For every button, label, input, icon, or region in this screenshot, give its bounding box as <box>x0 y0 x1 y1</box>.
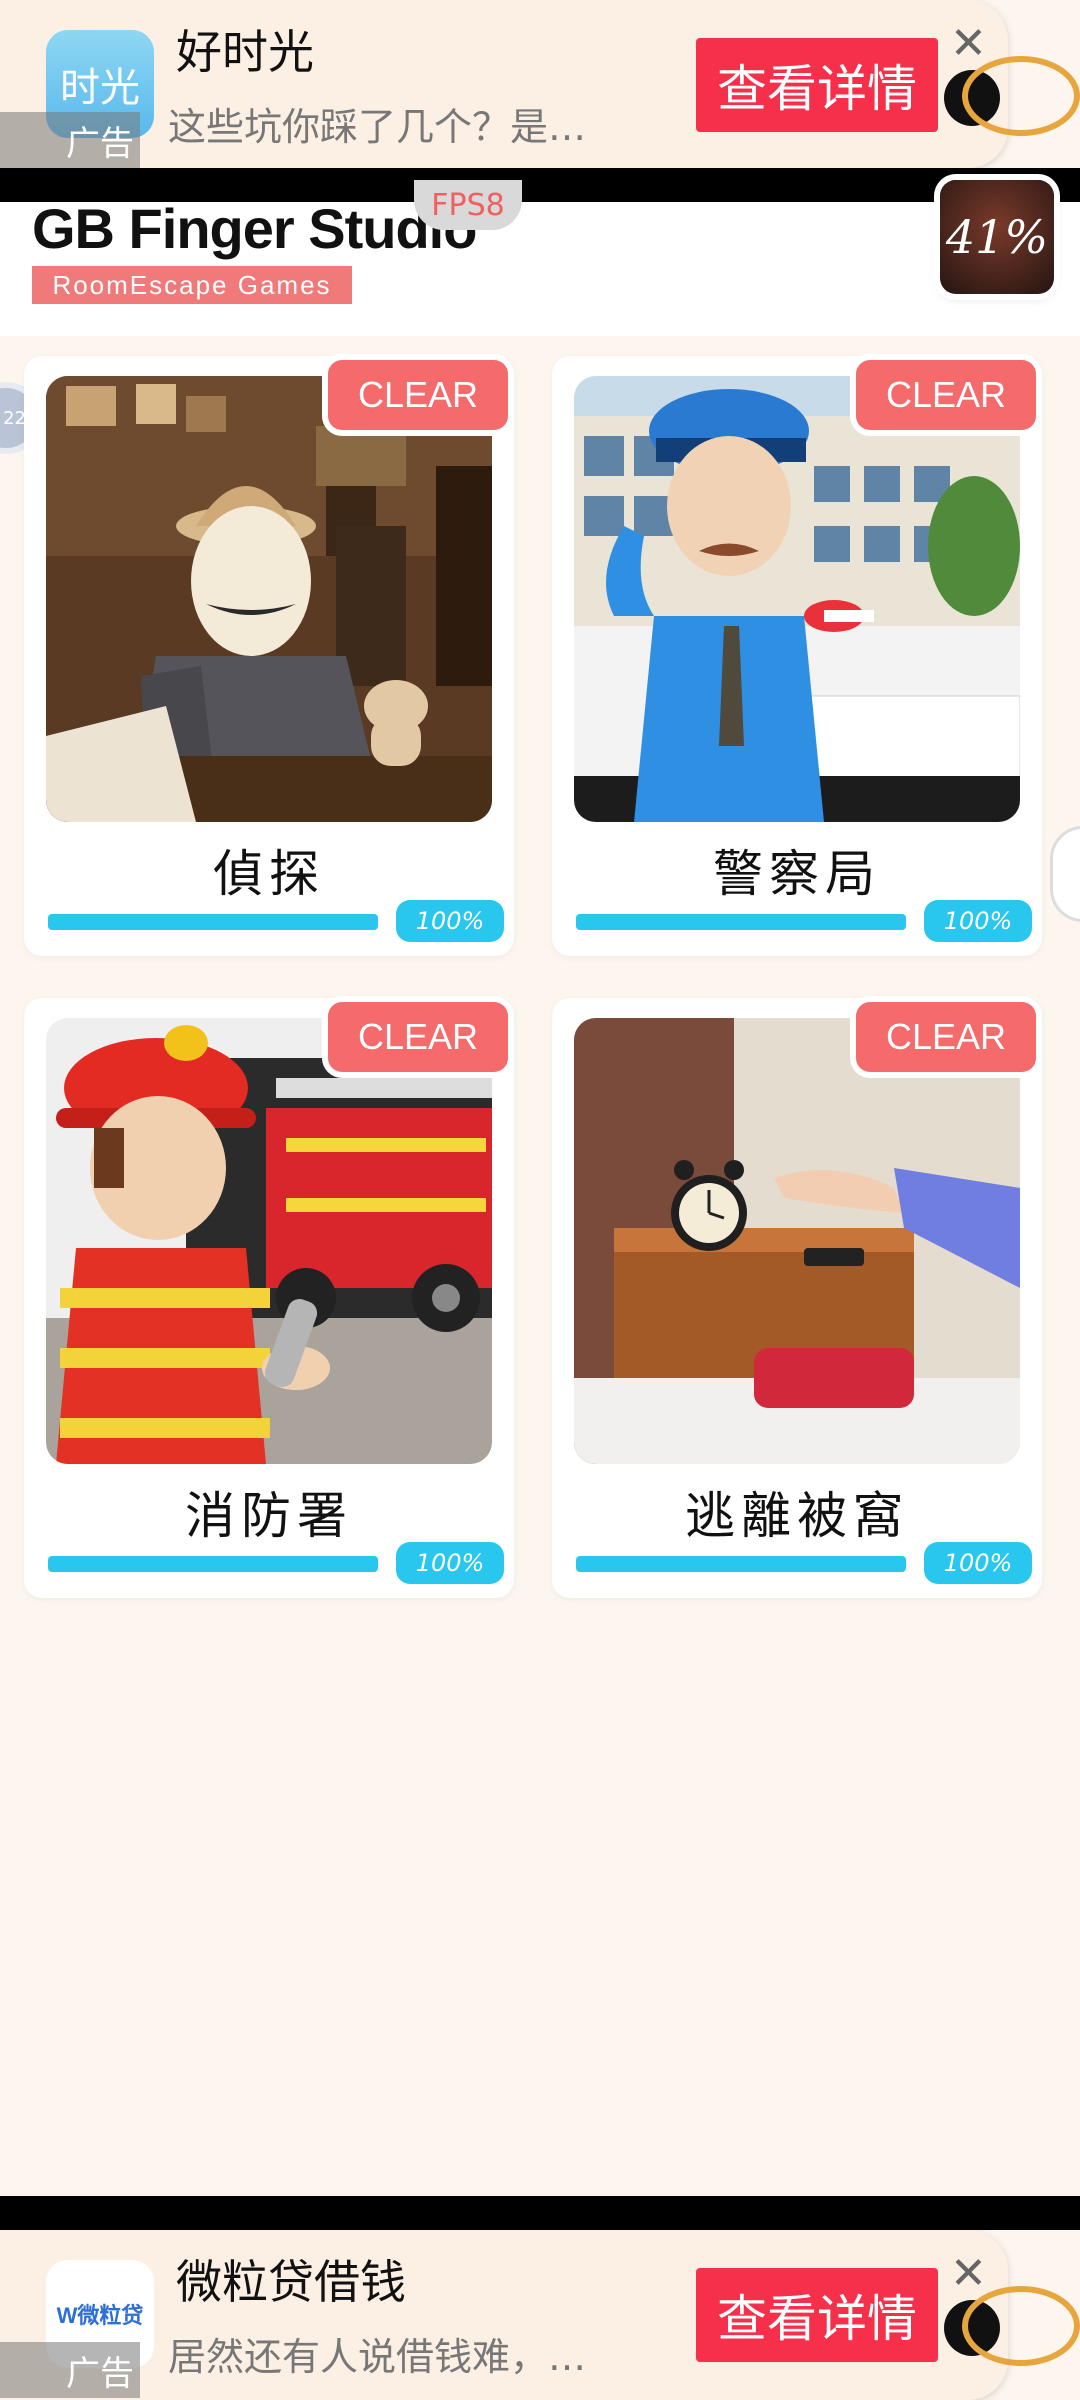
ad-details-button[interactable]: 查看详情 <box>696 38 938 132</box>
clear-badge: CLEAR <box>856 1002 1036 1072</box>
clear-badge: CLEAR <box>856 360 1036 430</box>
progress-bar <box>48 1556 378 1572</box>
progress-bar <box>576 914 906 930</box>
ad-subtitle: 这些坑你踩了几个？是… <box>168 105 587 149</box>
ad-title: 好时光 <box>176 25 314 79</box>
card-title: 逃離被窩 <box>685 1487 909 1545</box>
game-card-fire-station[interactable]: CLEAR 消防署 100% <box>24 998 514 1598</box>
clear-badge: CLEAR <box>328 1002 508 1072</box>
game-thumbnail-police <box>574 376 1020 822</box>
card-title: 消防署 <box>185 1487 353 1545</box>
game-thumbnail-escape-bed <box>574 1018 1020 1464</box>
card-title: 警察局 <box>713 845 881 903</box>
game-card-detective[interactable]: CLEAR 偵探 100% <box>24 356 514 956</box>
card-title: 偵探 <box>213 845 325 903</box>
progress-bar <box>48 914 378 930</box>
page-subtitle: RoomEscape Games <box>32 266 352 304</box>
page-title: GB Finger Studio <box>32 197 477 260</box>
progress-bar <box>576 1556 906 1572</box>
ad-ring-decoration <box>962 56 1080 136</box>
ad-tag: 广告 <box>0 112 140 168</box>
ad-subtitle: 居然还有人说借钱难，… <box>168 2335 587 2379</box>
progress-label: 100% <box>396 1542 504 1584</box>
game-card-police[interactable]: CLEAR 警察局 100% <box>552 356 1042 956</box>
progress-label: 100% <box>924 900 1032 942</box>
ad-tag: 广告 <box>0 2342 140 2398</box>
bottom-ad-banner[interactable]: W微粒贷 广告 微粒贷借钱 居然还有人说借钱难，… 查看详情 ✕ <box>0 2230 1008 2400</box>
ad-details-button[interactable]: 查看详情 <box>696 2268 938 2362</box>
fps-counter: FPS8 <box>414 180 522 230</box>
game-thumbnail-fire-station <box>46 1018 492 1464</box>
top-ad-banner[interactable]: 时光 广告 好时光 这些坑你踩了几个？是… 查看详情 ✕ <box>0 0 1008 168</box>
ad-title: 微粒贷借钱 <box>176 2255 406 2309</box>
close-icon[interactable]: ✕ <box>950 22 987 66</box>
side-handle[interactable] <box>1050 826 1080 922</box>
progress-label: 100% <box>924 1542 1032 1584</box>
clear-badge: CLEAR <box>328 360 508 430</box>
game-thumbnail-detective <box>46 376 492 822</box>
game-card-escape-bed[interactable]: CLEAR 逃離被窩 100% <box>552 998 1042 1598</box>
progress-label: 100% <box>396 900 504 942</box>
close-icon[interactable]: ✕ <box>950 2252 987 2296</box>
overall-progress-badge[interactable]: 41% <box>940 180 1054 294</box>
ad-ring-decoration <box>962 2286 1080 2366</box>
bottom-band <box>0 2196 1080 2230</box>
